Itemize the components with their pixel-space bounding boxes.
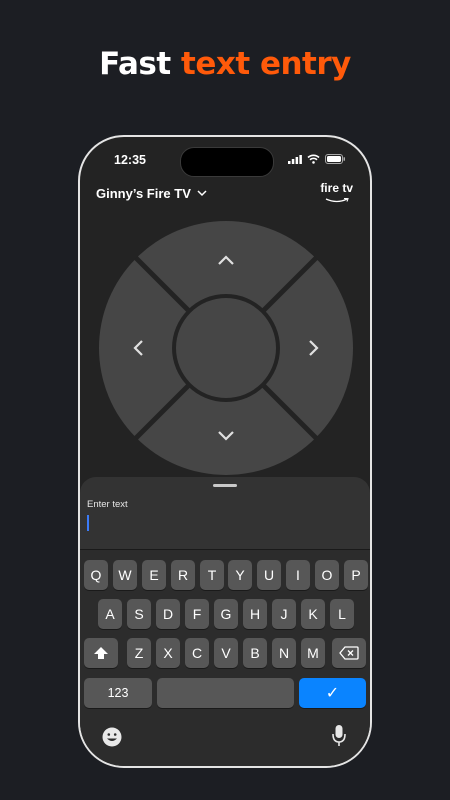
sheet-handle[interactable]: [213, 484, 237, 487]
key-n[interactable]: N: [272, 638, 296, 668]
key-y[interactable]: Y: [228, 560, 252, 590]
key-r[interactable]: R: [171, 560, 195, 590]
fire-tv-logo: fire tv: [320, 182, 353, 206]
key-p[interactable]: P: [344, 560, 368, 590]
key-g[interactable]: G: [214, 599, 238, 629]
text-entry-label: Enter text: [87, 499, 128, 510]
status-time: 12:35: [114, 153, 146, 167]
key-q[interactable]: Q: [84, 560, 108, 590]
shift-key[interactable]: [84, 638, 118, 668]
key-w[interactable]: W: [113, 560, 137, 590]
numbers-key[interactable]: 123: [84, 678, 152, 708]
text-entry-sheet: Enter text: [80, 477, 370, 549]
key-c[interactable]: C: [185, 638, 209, 668]
key-v[interactable]: V: [214, 638, 238, 668]
backspace-key[interactable]: [332, 638, 366, 668]
emoji-icon[interactable]: [101, 726, 123, 748]
key-m[interactable]: M: [301, 638, 325, 668]
space-key[interactable]: [157, 678, 294, 708]
key-x[interactable]: X: [156, 638, 180, 668]
key-f[interactable]: F: [185, 599, 209, 629]
key-i[interactable]: I: [286, 560, 310, 590]
key-a[interactable]: A: [98, 599, 122, 629]
headline-part1: Fast: [99, 46, 171, 82]
key-e[interactable]: E: [142, 560, 166, 590]
key-o[interactable]: O: [315, 560, 339, 590]
chevron-down-icon: [197, 190, 207, 197]
select-button[interactable]: [176, 298, 276, 398]
microphone-icon[interactable]: [331, 724, 347, 748]
keyboard: Q W E R T Y U I O P A S D F G H J K L Z …: [80, 549, 370, 766]
dpad: [99, 221, 353, 475]
fire-tv-logo-text: fire tv: [320, 181, 353, 195]
key-z[interactable]: Z: [127, 638, 151, 668]
key-k[interactable]: K: [301, 599, 325, 629]
shift-icon: [94, 647, 108, 659]
key-s[interactable]: S: [127, 599, 151, 629]
key-h[interactable]: H: [243, 599, 267, 629]
device-name: Ginny’s Fire TV: [96, 186, 191, 201]
backspace-icon: [339, 646, 359, 660]
wifi-icon: [307, 154, 320, 164]
status-icons: [288, 154, 346, 164]
headline: Fast text entry: [0, 46, 450, 82]
signal-icon: [288, 154, 302, 164]
key-t[interactable]: T: [200, 560, 224, 590]
key-j[interactable]: J: [272, 599, 296, 629]
dynamic-island: [180, 147, 274, 177]
battery-icon: [325, 154, 345, 164]
headline-part2: text entry: [181, 46, 351, 82]
text-input-caret[interactable]: [87, 515, 89, 531]
confirm-key[interactable]: ✓: [299, 678, 366, 708]
key-b[interactable]: B: [243, 638, 267, 668]
key-l[interactable]: L: [330, 599, 354, 629]
smile-arrow-icon: [325, 197, 349, 203]
phone-frame: 12:35 Ginny’s Fire TV fire tv Enter text…: [78, 135, 372, 768]
device-selector[interactable]: Ginny’s Fire TV: [96, 186, 207, 201]
key-u[interactable]: U: [257, 560, 281, 590]
key-d[interactable]: D: [156, 599, 180, 629]
